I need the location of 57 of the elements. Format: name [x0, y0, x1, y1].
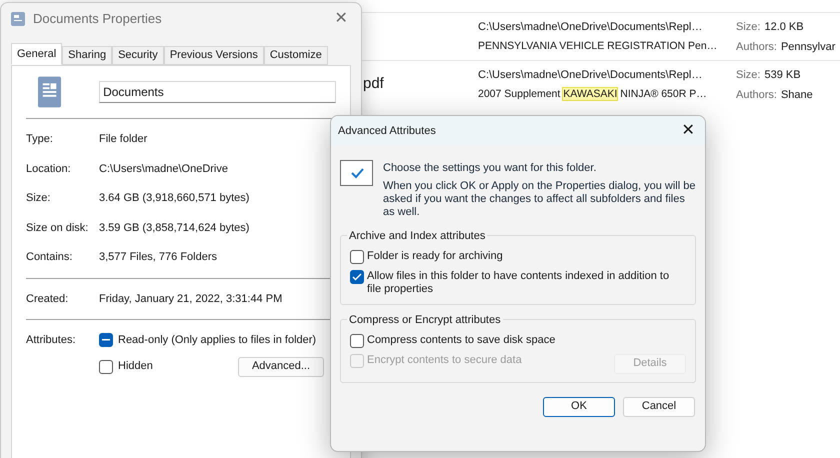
- authors-label: Authors:: [736, 88, 777, 102]
- close-button[interactable]: ✕: [331, 7, 351, 31]
- property-value: C:\Users\madne\OneDrive: [99, 162, 228, 176]
- file-description: 2007 Supplement KAWASAKI NINJA® 650R P…: [478, 86, 707, 102]
- dialog-button[interactable]: Cancel: [623, 396, 695, 416]
- tab[interactable]: Sharing: [62, 46, 112, 65]
- intro-text: Choose the settings you want for this folder.: [383, 161, 598, 176]
- dialog-button[interactable]: OK: [543, 396, 615, 416]
- file-name: pdf: [363, 75, 384, 92]
- checkbox[interactable]: [350, 250, 364, 264]
- property-label: Created:: [26, 292, 70, 306]
- file-path: C:\Users\madne\OneDrive\Documents\Repl…: [478, 20, 702, 35]
- advanced-button[interactable]: Advanced...: [238, 356, 324, 376]
- dialog-title: Advanced Attributes: [338, 124, 437, 139]
- checkbox[interactable]: [99, 333, 113, 348]
- checkbox-label: Encrypt contents to secure data: [367, 354, 523, 366]
- checkbox[interactable]: [99, 360, 113, 374]
- size-label: Size:: [736, 68, 760, 83]
- property-value: Friday, January 21, 2022, 3:31:44 PM: [99, 292, 282, 306]
- property-value: File folder: [99, 132, 148, 147]
- note-text: When you click OK or Apply on the Properties dialog, you will be asked if you want the changes to affect all subfolders and files as well.: [383, 180, 696, 218]
- window-title: Documents Properties: [33, 10, 163, 28]
- size-value: 539 KB: [764, 68, 801, 83]
- folder-document-icon: [38, 76, 62, 108]
- authors-label: Authors:: [736, 40, 777, 54]
- checkmark-icon: [352, 272, 362, 280]
- checkmark-icon: [340, 160, 373, 186]
- property-label: Type:: [26, 132, 54, 147]
- attributes-label: Attributes:: [26, 333, 77, 348]
- property-label: Location:: [26, 162, 72, 176]
- checkbox-label: Hidden: [118, 359, 153, 374]
- property-label: Size on disk:: [26, 220, 90, 236]
- authors-value: Pennsylvar: [780, 40, 836, 54]
- dash-icon: [102, 339, 110, 342]
- checkbox-label: Read-only (Only applies to files in folder): [118, 333, 316, 348]
- tab[interactable]: Security: [112, 46, 164, 65]
- size-value: 12.0 KB: [764, 20, 804, 35]
- checkbox-label: Compress contents to save disk space: [367, 334, 556, 346]
- checkbox[interactable]: [350, 270, 364, 284]
- property-label: Size:: [26, 191, 52, 206]
- tab[interactable]: Customize: [264, 46, 328, 65]
- property-value: 3.59 GB (3,858,714,624 bytes): [99, 220, 250, 236]
- tab[interactable]: General: [11, 43, 62, 65]
- authors-value: Shane: [780, 88, 813, 102]
- file-path: C:\Users\madne\OneDrive\Documents\Repl…: [478, 68, 702, 83]
- property-value: 3,577 Files, 776 Folders: [99, 250, 218, 265]
- property-label: Contains:: [26, 250, 74, 265]
- tab[interactable]: Previous Versions: [164, 46, 264, 65]
- folder-document-icon: [11, 12, 25, 26]
- checkbox-label: Allow files in this folder to have contents indexed in addition to file properties: [367, 270, 670, 296]
- file-description: PENNSYLVANIA VEHICLE REGISTRATION Pen…: [478, 38, 718, 54]
- checkbox[interactable]: [350, 334, 364, 348]
- checkbox-label: Folder is ready for archiving: [367, 250, 504, 262]
- name-field[interactable]: Documents: [99, 81, 336, 103]
- close-button[interactable]: ✕: [678, 119, 698, 143]
- size-label: Size:: [736, 20, 760, 35]
- property-value: 3.64 GB (3,918,660,571 bytes): [99, 191, 250, 206]
